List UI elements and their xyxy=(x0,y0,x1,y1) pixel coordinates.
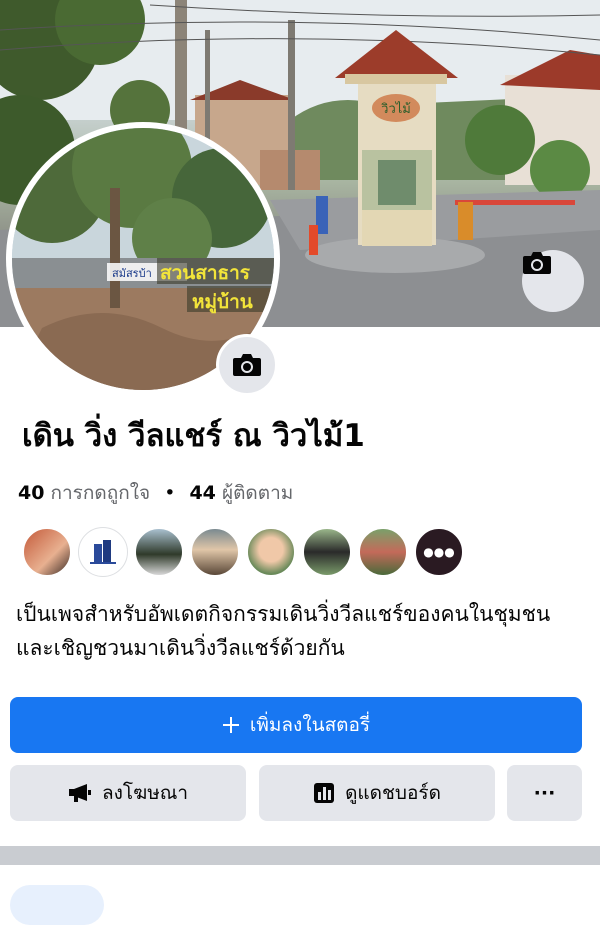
section-divider xyxy=(0,846,600,865)
plus-icon xyxy=(222,716,240,734)
add-to-story-button[interactable]: เพิ่มลงในสตอรี่ xyxy=(10,697,582,753)
follower-avatar-more[interactable]: ●●● xyxy=(414,527,464,577)
cover-sign-text: วิวไม้ xyxy=(380,101,410,117)
follower-avatar[interactable] xyxy=(22,527,72,577)
follower-avatar[interactable] xyxy=(134,527,184,577)
page-title: เดิน วิ่ง วีลแชร์ ณ วิวไม้1 xyxy=(22,418,365,454)
advertise-label: ลงโฆษณา xyxy=(101,782,189,804)
avatar-sign-small: สมัสรบ้า xyxy=(112,267,152,280)
megaphone-icon xyxy=(68,783,92,803)
advertise-button[interactable]: ลงโฆษณา xyxy=(10,765,246,821)
add-to-story-label: เพิ่มลงในสตอรี่ xyxy=(249,714,371,736)
tab-bar-partial xyxy=(0,865,600,925)
bar-chart-icon xyxy=(313,782,335,804)
followers-count: 44 xyxy=(189,482,216,504)
follower-avatar[interactable] xyxy=(358,527,408,577)
tab-active-partial[interactable] xyxy=(10,885,104,925)
follower-avatar[interactable] xyxy=(246,527,296,577)
more-options-label: ··· xyxy=(533,782,556,804)
cover-camera-button[interactable] xyxy=(522,250,584,312)
follower-avatar[interactable] xyxy=(78,527,128,577)
stats-separator: • xyxy=(164,482,176,504)
dashboard-button[interactable]: ดูแดชบอร์ด xyxy=(259,765,495,821)
likes-count: 40 xyxy=(18,482,45,504)
followers-label: ผู้ติดตาม xyxy=(221,482,294,504)
avatar-camera-button[interactable] xyxy=(216,334,278,396)
page-stats: 40 การกดถูกใจ • 44 ผู้ติดตาม xyxy=(18,478,293,508)
dashboard-label: ดูแดชบอร์ด xyxy=(345,782,441,804)
more-options-button[interactable]: ··· xyxy=(507,765,582,821)
camera-icon xyxy=(233,354,261,376)
likes-label: การกดถูกใจ xyxy=(50,482,151,504)
page-bio: เป็นเพจสำหรับอัพเดตกิจกรรมเดินวิ่งวีลแชร… xyxy=(16,602,551,660)
follower-avatar[interactable] xyxy=(190,527,240,577)
follower-avatars: ●●● xyxy=(22,527,482,577)
camera-icon xyxy=(523,252,551,274)
building-logo-icon xyxy=(90,540,116,564)
more-dots-icon: ●●● xyxy=(423,545,455,559)
follower-avatar[interactable] xyxy=(302,527,352,577)
avatar-sign-line1: สวนสาธาร xyxy=(160,262,251,284)
avatar-sign-line2: หมู่บ้าน xyxy=(192,291,253,314)
